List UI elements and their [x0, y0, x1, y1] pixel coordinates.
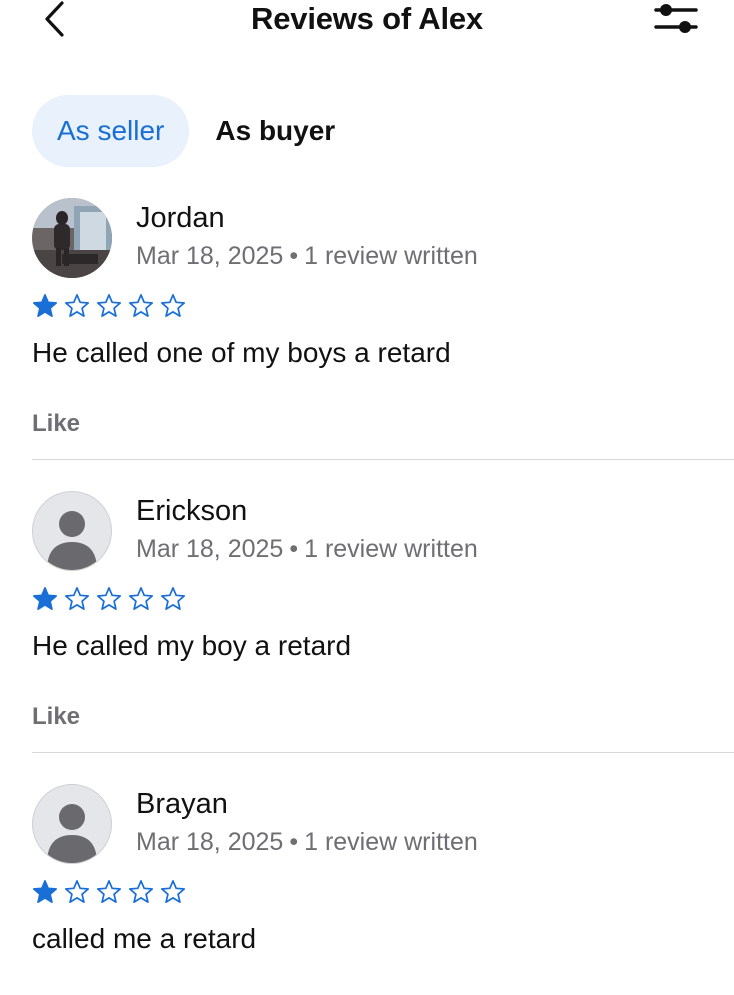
star-outline-icon	[160, 587, 186, 610]
star-outline-icon	[128, 294, 154, 317]
review-meta: Mar 18, 2025 • 1 review written	[136, 533, 478, 565]
star-filled-icon	[32, 880, 58, 903]
star-outline-icon	[96, 294, 122, 317]
avatar-photo	[32, 198, 112, 278]
review-comment: He called one of my boys a retard	[32, 337, 451, 368]
star-outline-icon	[96, 880, 122, 903]
star-outline-icon	[64, 880, 90, 903]
divider	[32, 752, 734, 753]
meta-separator: •	[289, 535, 299, 563]
star-rating	[32, 879, 186, 905]
review-meta: Mar 18, 2025 • 1 review written	[136, 240, 478, 272]
avatar[interactable]	[32, 784, 112, 864]
star-outline-icon	[160, 294, 186, 317]
reviewer-name[interactable]: Brayan	[136, 786, 228, 822]
review-comment: He called my boy a retard	[32, 630, 352, 661]
meta-separator: •	[289, 242, 299, 270]
review-role-tabs: As seller As buyer	[32, 95, 360, 167]
star-filled-icon	[32, 587, 58, 610]
reviews-written-count: 1 review written	[304, 828, 478, 856]
default-person-icon	[47, 511, 97, 570]
reviewer-name[interactable]: Erickson	[136, 493, 247, 529]
tab-as-seller[interactable]: As seller	[32, 95, 190, 167]
star-outline-icon	[96, 587, 122, 610]
tab-as-buyer[interactable]: As buyer	[189, 95, 360, 167]
star-outline-icon	[160, 880, 186, 903]
review-date: Mar 18, 2025	[136, 828, 284, 856]
review-date: Mar 18, 2025	[136, 535, 284, 563]
top-bar: Reviews of Alex	[0, 0, 734, 44]
like-button[interactable]: Like	[32, 409, 80, 439]
page-title: Reviews of Alex	[251, 1, 483, 36]
star-outline-icon	[64, 294, 90, 317]
filter-button[interactable]	[652, 0, 700, 40]
default-person-icon	[47, 804, 97, 863]
star-filled-icon	[32, 294, 58, 317]
avatar[interactable]	[32, 198, 112, 278]
star-outline-icon	[64, 587, 90, 610]
reviews-written-count: 1 review written	[304, 242, 478, 270]
review-meta: Mar 18, 2025 • 1 review written	[136, 826, 478, 858]
reviewer-name[interactable]: Jordan	[136, 200, 225, 236]
like-button[interactable]: Like	[32, 702, 80, 732]
star-outline-icon	[128, 880, 154, 903]
star-outline-icon	[128, 587, 154, 610]
divider	[32, 459, 734, 460]
star-rating	[32, 293, 186, 319]
sliders-icon	[654, 4, 698, 33]
review-date: Mar 18, 2025	[136, 242, 284, 270]
review-comment: called me a retard	[32, 923, 257, 954]
meta-separator: •	[289, 828, 299, 856]
reviews-written-count: 1 review written	[304, 535, 478, 563]
star-rating	[32, 586, 186, 612]
avatar[interactable]	[32, 491, 112, 571]
